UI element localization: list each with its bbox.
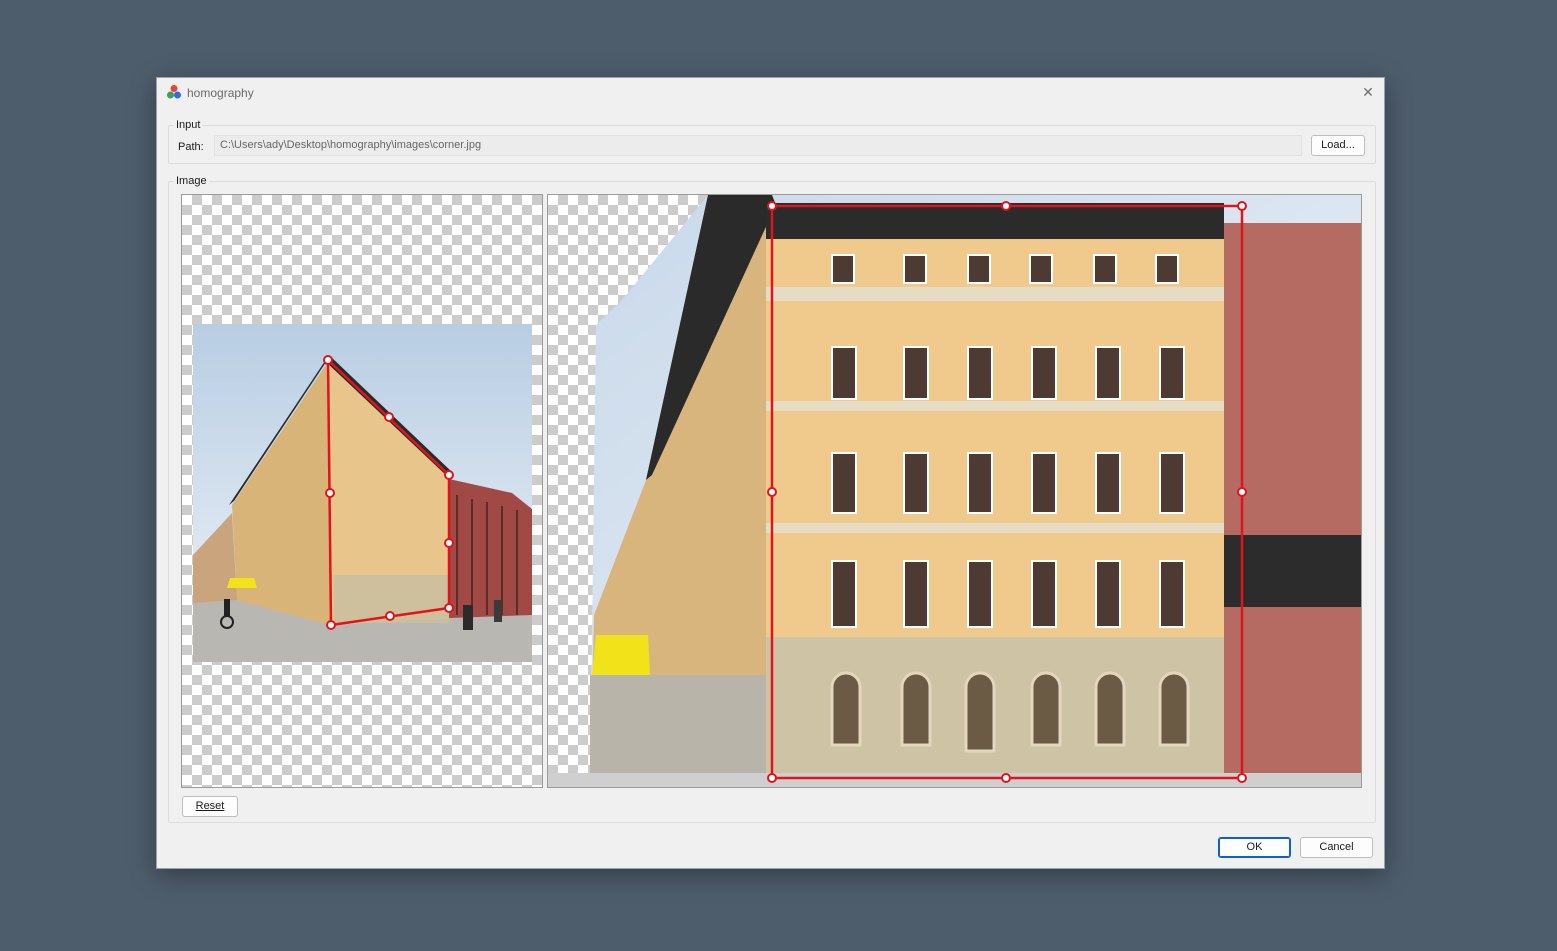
- path-label: Path:: [178, 141, 204, 153]
- homography-dialog: homography ✕ Input Path: C:\Users\ady\De…: [156, 77, 1385, 869]
- ok-button[interactable]: OK: [1218, 837, 1291, 858]
- homography-app-icon: [167, 85, 181, 99]
- title-bar[interactable]: homography ✕: [157, 78, 1384, 108]
- handle-bottom-mid[interactable]: [1001, 773, 1011, 783]
- handle-bottom-right[interactable]: [1237, 773, 1247, 783]
- source-image-canvas: [193, 324, 532, 662]
- handle-top-right[interactable]: [1237, 201, 1247, 211]
- handle-right-mid[interactable]: [444, 538, 454, 548]
- handle-top-left[interactable]: [323, 355, 333, 365]
- source-photo: [193, 324, 532, 662]
- close-icon[interactable]: ✕: [1358, 82, 1378, 102]
- input-legend: Input: [176, 119, 201, 131]
- reset-button[interactable]: Reset: [182, 796, 238, 817]
- handle-bottom-left[interactable]: [767, 773, 777, 783]
- handle-top-mid[interactable]: [1001, 201, 1011, 211]
- handle-left-mid[interactable]: [767, 487, 777, 497]
- handle-bottom-left[interactable]: [326, 620, 336, 630]
- handle-bottom-right[interactable]: [444, 603, 454, 613]
- image-legend: Image: [176, 175, 207, 187]
- rectified-image-panel[interactable]: [547, 194, 1362, 788]
- path-input[interactable]: C:\Users\ady\Desktop\homography\images\c…: [214, 135, 1302, 156]
- handle-left-mid[interactable]: [325, 488, 335, 498]
- handle-top-mid[interactable]: [384, 412, 394, 422]
- handle-top-left[interactable]: [767, 201, 777, 211]
- handle-bottom-mid[interactable]: [385, 611, 395, 621]
- handle-top-right[interactable]: [444, 470, 454, 480]
- source-image-panel[interactable]: [181, 194, 543, 788]
- cancel-button[interactable]: Cancel: [1300, 837, 1373, 858]
- rectified-image-canvas: [548, 195, 1361, 787]
- handle-right-mid[interactable]: [1237, 487, 1247, 497]
- load-button[interactable]: Load...: [1311, 135, 1365, 156]
- window-title: homography: [187, 86, 254, 100]
